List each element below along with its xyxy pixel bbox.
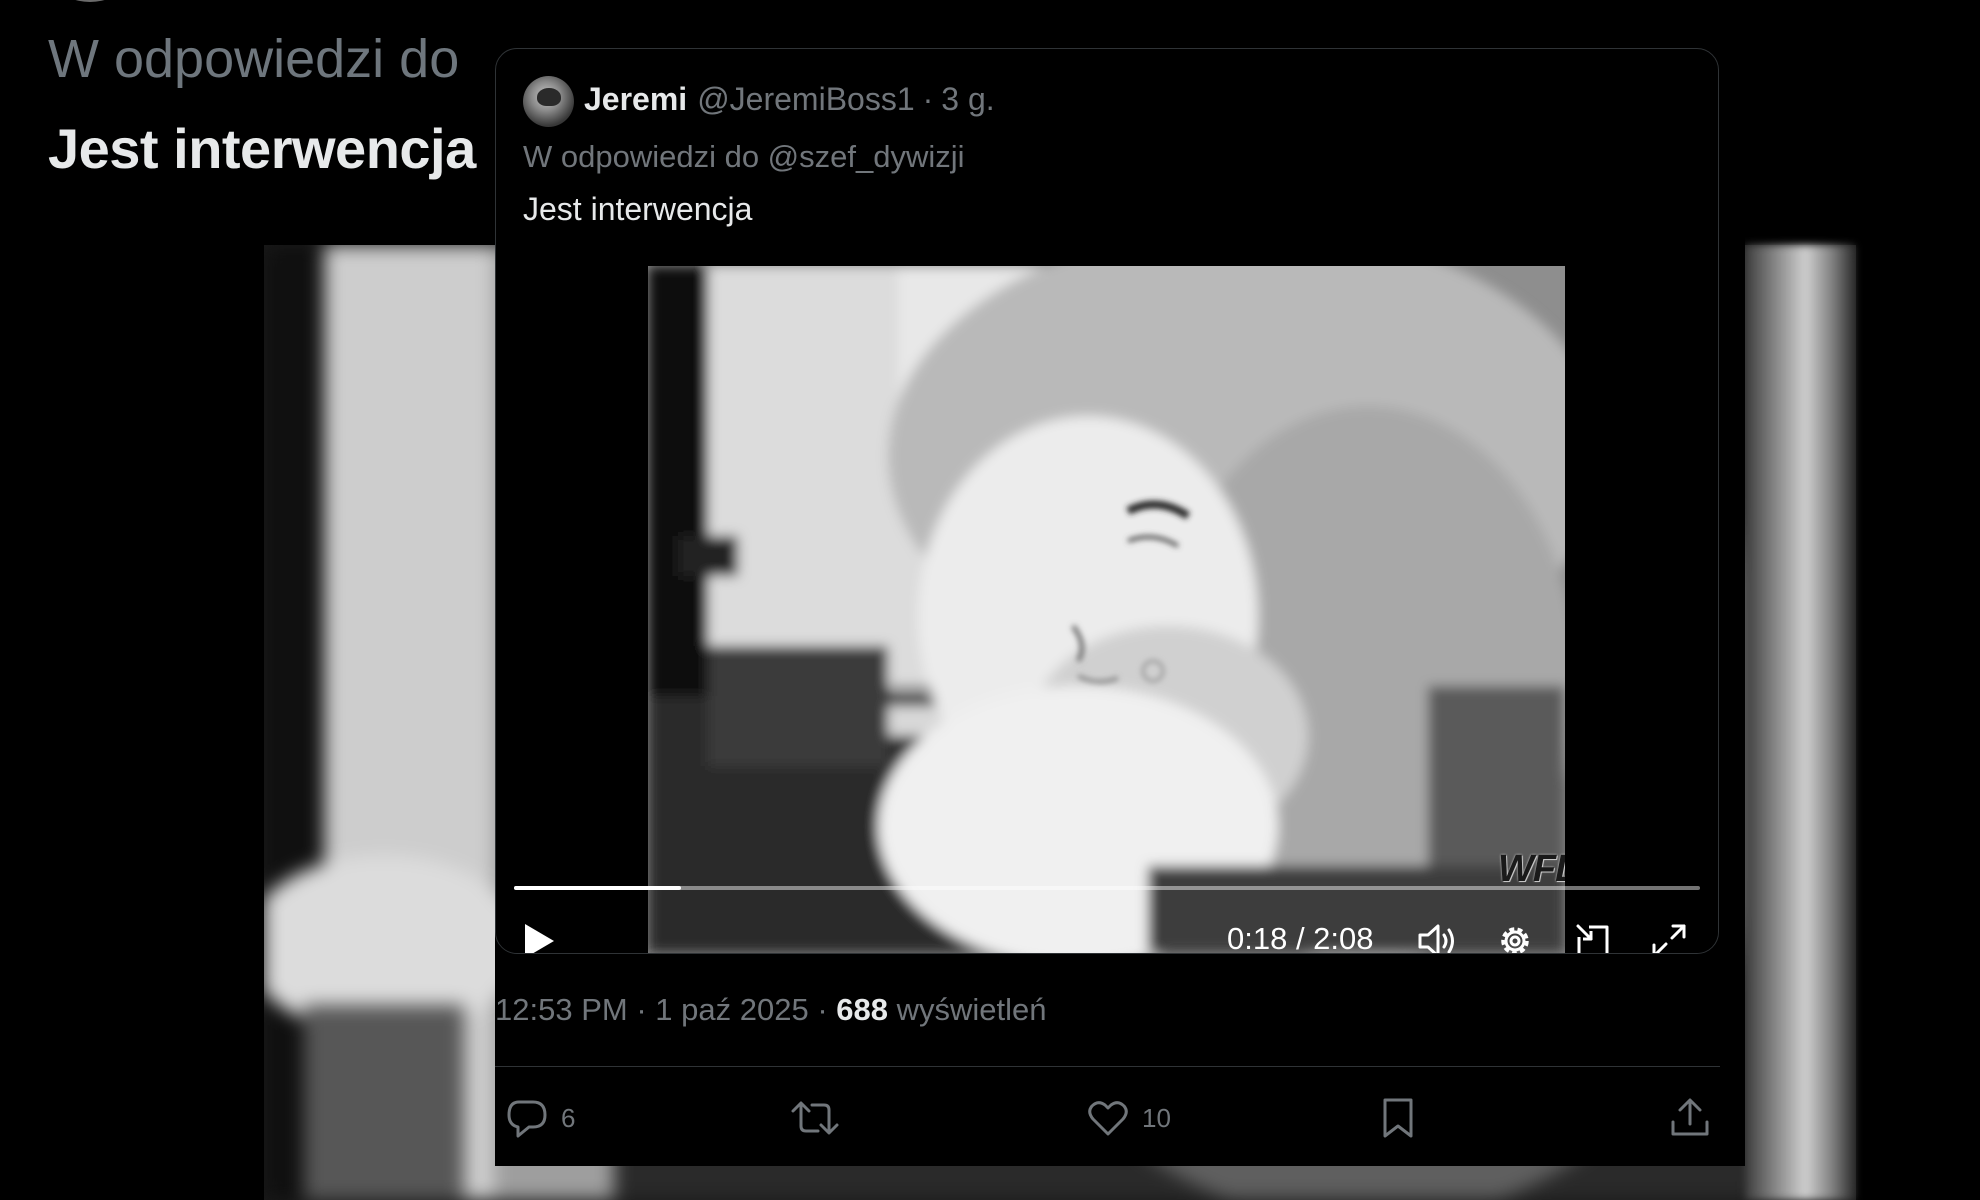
video-progress-bar[interactable] [514,886,1700,890]
video-progress-fill [514,886,682,890]
video-player[interactable]: WFDiF 0:18 / 2:08 [496,266,1718,953]
dock-button[interactable] [1570,918,1616,953]
background-video-right-edge [1745,245,1855,1200]
author-header: Jeremi @JeremiBoss1 · 3 g. [584,81,995,118]
like-button[interactable]: 10 [1086,1096,1171,1140]
bookmark-icon [1383,1098,1413,1138]
retweet-icon [791,1101,839,1135]
bookmark-button[interactable] [1378,1096,1418,1140]
post-time[interactable]: 12:53 PM [495,992,628,1027]
reply-to-label: W odpowiedzi do @szef_dywizji [523,139,965,174]
author-name[interactable]: Jeremi [584,81,687,118]
video-watermark: WFDiF [1498,848,1565,890]
settings-button[interactable] [1492,918,1538,953]
tweet-meta: 12:53 PM · 1 paź 2025 · 688 wyświetleń [495,992,1047,1028]
background-avatar [60,0,120,2]
header-separator: · [922,81,934,117]
share-icon [1671,1098,1709,1136]
reply-count: 6 [561,1102,576,1133]
fullscreen-button[interactable] [1646,918,1692,953]
play-icon [525,924,554,953]
reply-icon [507,1100,547,1138]
dock-icon [1576,924,1609,953]
meta-separator: · [636,992,647,1027]
share-button[interactable] [1668,1096,1712,1140]
retweet-button[interactable] [790,1096,852,1140]
background-tweet-text: Jest interwencja [48,117,476,180]
post-date[interactable]: 1 paź 2025 [655,992,808,1027]
meta-separator: · [817,992,828,1027]
views-count: 688 [836,992,889,1027]
quoted-tweet-card[interactable]: Jeremi @JeremiBoss1 · 3 g. W odpowiedzi … [495,48,1719,954]
like-count: 10 [1142,1102,1171,1133]
quoted-tweet-text: Jest interwencja [523,191,753,227]
divider [495,1066,1720,1067]
video-frame: WFDiF [648,266,1565,953]
heart-icon [1088,1101,1128,1136]
reply-button[interactable]: 6 [505,1096,575,1140]
action-bar: 6 10 [495,1096,1720,1144]
views-label: wyświetleń [896,992,1047,1027]
volume-icon [1418,924,1454,953]
volume-button[interactable] [1414,918,1460,953]
video-frame-image [648,266,1565,953]
settings-gear-icon [1501,927,1529,953]
video-time-display: 0:18 / 2:08 [1227,921,1374,954]
background-reply-label: W odpowiedzi do [48,29,460,89]
author-avatar[interactable] [523,76,574,127]
play-button[interactable] [516,918,562,953]
relative-time[interactable]: 3 g. [941,81,994,118]
tweet-overlay: Jeremi @JeremiBoss1 · 3 g. W odpowiedzi … [495,48,1745,1166]
author-handle[interactable]: @JeremiBoss1 [697,81,914,118]
fullscreen-icon [1652,924,1686,953]
